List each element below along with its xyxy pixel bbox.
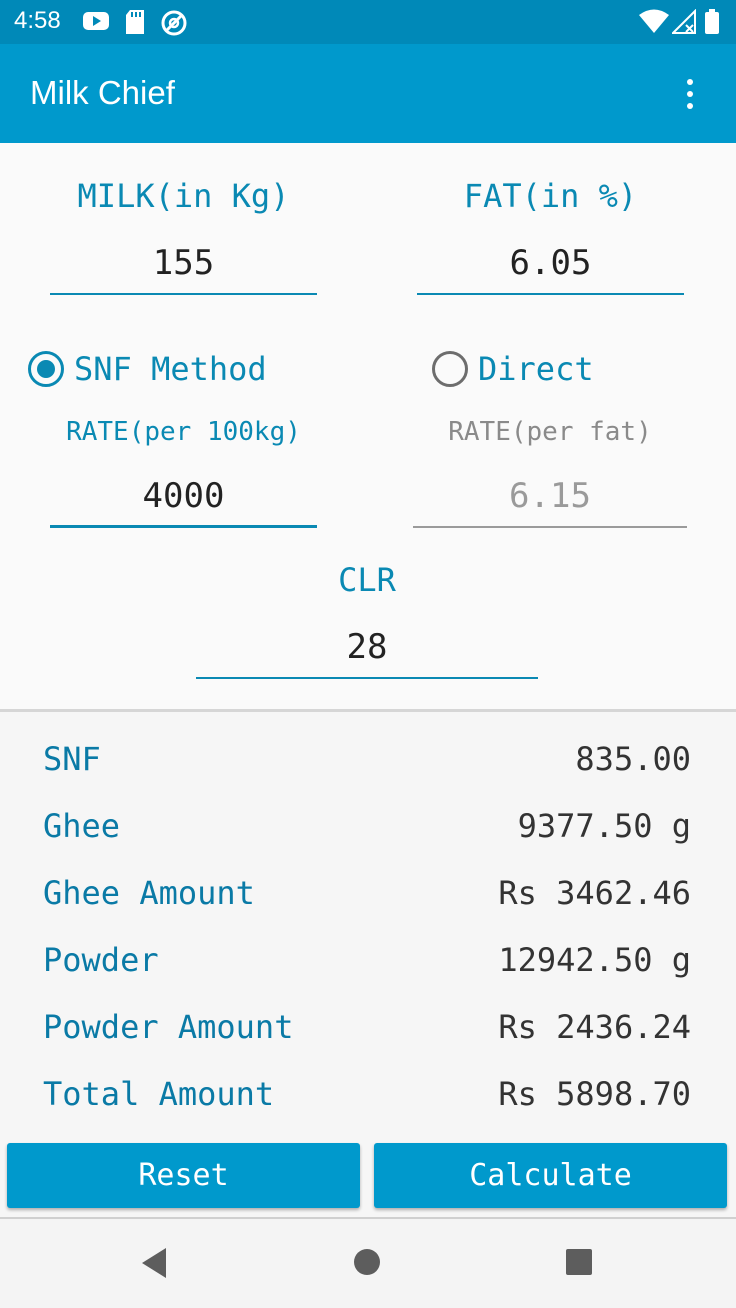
vpn-icon xyxy=(161,10,187,36)
direct-label: Direct xyxy=(478,350,594,388)
milk-label: MILK(in Kg) xyxy=(77,177,290,215)
result-value: Rs 3462.46 xyxy=(498,874,691,912)
result-value: 835.00 xyxy=(575,740,691,778)
rate-direct-input[interactable]: 6.15 xyxy=(413,468,687,528)
result-value: Rs 2436.24 xyxy=(498,1008,691,1046)
snf-method-label: SNF Method xyxy=(74,350,267,388)
result-label: Total Amount xyxy=(43,1075,275,1113)
reset-button[interactable]: Reset xyxy=(7,1143,360,1208)
status-time: 4:58 xyxy=(14,7,61,34)
radio-unchecked-icon xyxy=(432,351,468,387)
rate-snf-label: RATE(per 100kg) xyxy=(66,417,301,447)
home-icon[interactable] xyxy=(354,1249,380,1275)
result-row-snf: SNF 835.00 xyxy=(43,740,691,790)
recents-icon[interactable] xyxy=(566,1249,592,1275)
app-title: Milk Chief xyxy=(30,74,175,111)
result-row-ghee-amount: Ghee Amount Rs 3462.46 xyxy=(43,874,691,924)
result-row-powder: Powder 12942.50 g xyxy=(43,941,691,991)
input-form: MILK(in Kg) FAT(in %) 155 6.05 SNF Metho… xyxy=(0,143,736,709)
result-label: Ghee xyxy=(43,807,121,845)
fat-input[interactable]: 6.05 xyxy=(417,235,684,295)
clr-input[interactable]: 28 xyxy=(196,619,538,679)
radio-checked-icon xyxy=(28,351,64,387)
snf-method-radio[interactable]: SNF Method xyxy=(28,347,267,391)
navigation-bar xyxy=(0,1217,736,1308)
wifi-icon xyxy=(639,9,669,33)
overflow-menu-icon[interactable] xyxy=(672,74,708,114)
result-label: Ghee Amount xyxy=(43,874,255,912)
result-row-ghee: Ghee 9377.50 g xyxy=(43,807,691,857)
sd-card-icon xyxy=(126,10,144,34)
fat-label: FAT(in %) xyxy=(463,177,638,215)
app-bar: Milk Chief xyxy=(0,44,736,143)
results-panel: SNF 835.00 Ghee 9377.50 g Ghee Amount Rs… xyxy=(0,712,736,1142)
youtube-icon xyxy=(83,12,109,30)
result-value: 9377.50 g xyxy=(517,807,691,845)
status-bar: 4:58 xyxy=(0,0,736,44)
result-row-powder-amount: Powder Amount Rs 2436.24 xyxy=(43,1008,691,1058)
result-value: Rs 5898.70 xyxy=(498,1075,691,1113)
rate-snf-input[interactable]: 4000 xyxy=(50,468,317,528)
result-row-total-amount: Total Amount Rs 5898.70 xyxy=(43,1075,691,1125)
milk-input[interactable]: 155 xyxy=(50,235,317,295)
back-icon[interactable] xyxy=(140,1246,168,1280)
direct-radio[interactable]: Direct xyxy=(432,347,594,391)
rate-direct-label: RATE(per fat) xyxy=(448,417,652,447)
result-label: SNF xyxy=(43,740,101,778)
calculate-button[interactable]: Calculate xyxy=(374,1143,727,1208)
result-value: 12942.50 g xyxy=(498,941,691,979)
result-label: Powder Amount xyxy=(43,1008,294,1046)
clr-label: CLR xyxy=(338,561,396,599)
result-label: Powder xyxy=(43,941,159,979)
cell-signal-icon xyxy=(672,9,696,34)
battery-icon xyxy=(705,9,719,34)
